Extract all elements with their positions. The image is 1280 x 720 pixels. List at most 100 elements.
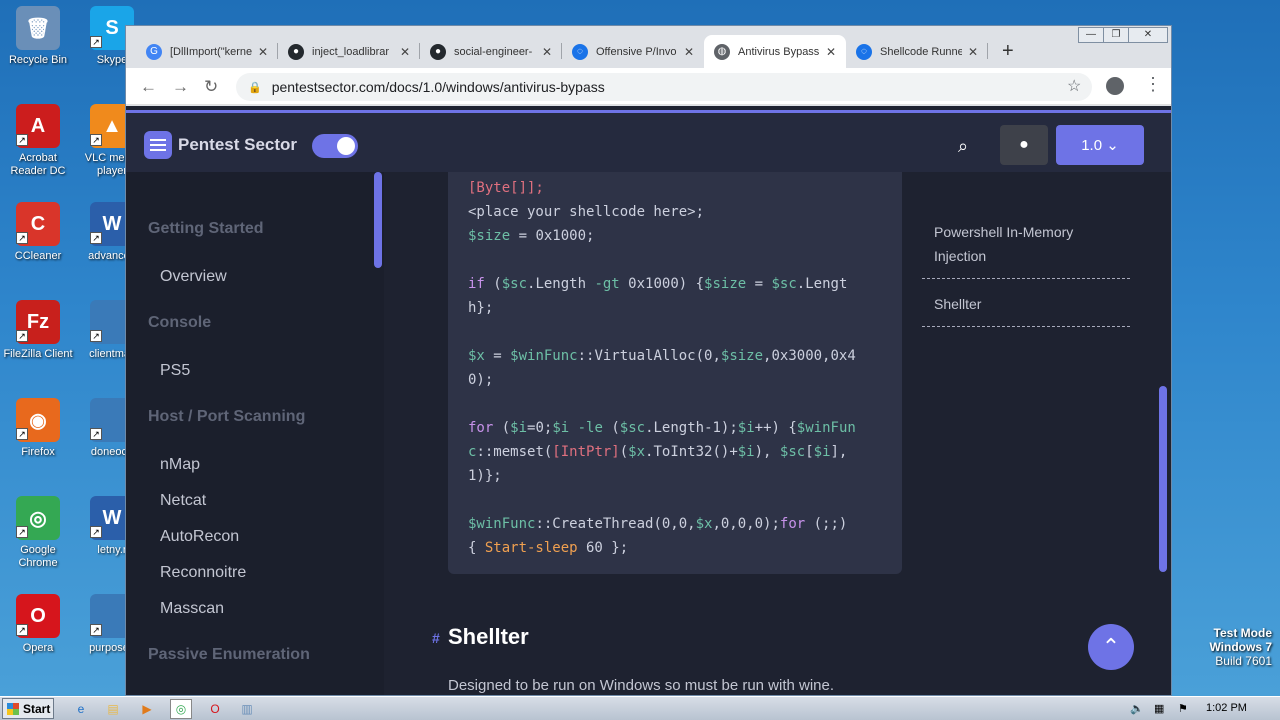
new-tab-button[interactable]: + — [1002, 40, 1014, 63]
theme-toggle[interactable] — [312, 134, 358, 158]
toc-item-powershell-injection[interactable]: Powershell In-Memory Injection — [922, 220, 1132, 268]
browser-tab[interactable]: ◌ Shellcode Runne ✕ — [846, 35, 988, 68]
chevron-down-icon: ⌄ — [1102, 137, 1119, 154]
tab-close-icon[interactable]: ✕ — [684, 45, 694, 59]
github-button[interactable]: ● — [1000, 125, 1048, 165]
sidebar-item[interactable]: Netcat — [160, 492, 206, 510]
code-token: ( — [619, 444, 629, 460]
code-token: $winFun — [796, 420, 856, 436]
volume-icon[interactable]: 🔈 — [1130, 702, 1144, 715]
code-token: $x — [695, 516, 713, 532]
profile-avatar-icon[interactable] — [1106, 77, 1124, 95]
code-token: [Byte[]]; — [468, 180, 544, 196]
taskbar: Start e ▤ ▶ ◎ O ▥ 🔈 ▦ ⚑ 1:02 PM — [0, 696, 1280, 720]
maximize-button[interactable]: ❐ — [1103, 27, 1129, 43]
sidebar-item[interactable]: nMap — [160, 456, 200, 474]
browser-tab[interactable]: ◌ Offensive P/Invo ✕ — [562, 35, 704, 68]
desktop-icon[interactable]: ◎ ↗ Google Chrome — [0, 496, 76, 570]
start-label: Start — [23, 701, 51, 716]
desktop-icon[interactable]: O ↗ Opera — [0, 594, 76, 655]
lock-icon[interactable]: 🔒 — [248, 81, 262, 94]
desktop-icon[interactable]: A ↗ Acrobat Reader DC — [0, 104, 76, 178]
browser-tab[interactable]: ● inject_loadlibrar ✕ — [278, 35, 420, 68]
code-line: [Byte[]]; — [468, 176, 544, 200]
shortcut-arrow-icon: ↗ — [16, 330, 28, 342]
site-logo-icon[interactable] — [144, 131, 172, 159]
tab-close-icon[interactable]: ✕ — [826, 45, 836, 59]
shortcut-arrow-icon: ↗ — [90, 624, 102, 636]
sidebar-item[interactable]: AutoRecon — [160, 528, 239, 546]
shortcut-arrow-icon: ↗ — [16, 134, 28, 146]
bookmark-star-icon[interactable]: ☆ — [1067, 76, 1081, 96]
media-player-icon[interactable]: ▶ — [136, 699, 158, 719]
taskbar-clock[interactable]: 1:02 PM — [1206, 702, 1247, 714]
notepad-icon[interactable]: ▥ — [236, 699, 258, 719]
tab-close-icon[interactable]: ✕ — [400, 45, 410, 59]
code-line: $winFunc::CreateThread(0,0,$x,0,0,0);for… — [468, 512, 847, 536]
code-token: for — [468, 420, 494, 436]
desktop-icon[interactable]: C ↗ CCleaner — [0, 202, 76, 263]
code-token: $size — [720, 348, 764, 364]
minimize-button[interactable]: — — [1078, 27, 1104, 43]
heading-anchor-icon[interactable]: # — [432, 630, 440, 646]
code-token: $sc — [771, 276, 797, 292]
code-token: $size — [704, 276, 747, 292]
search-icon[interactable]: ⌕ — [958, 136, 968, 157]
code-block: [Byte[]]; <place your shellcode here>; $si… — [448, 172, 902, 574]
desktop-icon-label: CCleaner — [14, 250, 62, 262]
close-window-button[interactable]: ✕ — [1128, 27, 1168, 43]
chrome-taskbar-icon[interactable]: ◎ — [170, 699, 192, 719]
back-icon[interactable]: ← — [140, 77, 157, 97]
code-token: .ToInt32()+ — [645, 444, 738, 460]
code-line: for ($i=0;$i -le ($sc.Length-1);$i++) {$… — [468, 416, 856, 440]
tab-title: inject_loadlibrar — [312, 45, 390, 58]
address-bar[interactable]: 🔒 pentestsector.com/docs/1.0/windows/ant… — [236, 73, 1092, 101]
desktop-icon-glyph: 🗑 — [16, 6, 60, 50]
tab-favicon-icon: ◌ — [572, 43, 588, 60]
shortcut-arrow-icon: ↗ — [90, 428, 102, 440]
sidebar-scrollbar[interactable] — [374, 172, 382, 268]
forward-icon[interactable]: → — [172, 77, 189, 97]
code-line: { Start-sleep 60 }; — [468, 536, 628, 560]
code-token: = — [484, 348, 511, 364]
page-scrollbar[interactable] — [1159, 386, 1167, 572]
tab-close-icon[interactable]: ✕ — [968, 45, 978, 59]
watermark-line1: Test Mode — [1213, 626, 1272, 640]
sidebar-section-heading: Getting Started — [148, 220, 264, 237]
site-brand[interactable]: Pentest Sector — [178, 135, 297, 155]
start-button[interactable]: Start — [2, 698, 54, 719]
sidebar-section-heading: Passive Enumeration — [148, 646, 310, 663]
sidebar-item[interactable]: Reconnoitre — [160, 564, 246, 582]
browser-tab[interactable]: ● social-engineer- ✕ — [420, 35, 562, 68]
explorer-icon[interactable]: ▤ — [102, 699, 124, 719]
browser-tab[interactable]: G [DllImport("kerne ✕ — [136, 35, 278, 68]
browser-menu-icon[interactable]: ⋮ — [1144, 74, 1162, 95]
network-icon[interactable]: ▦ — [1154, 702, 1164, 715]
site-header: Pentest Sector ⌕ ● 1.0 ⌄ — [126, 110, 1171, 172]
desktop-icon[interactable]: ◉ ↗ Firefox — [0, 398, 76, 459]
version-dropdown[interactable]: 1.0 ⌄ — [1056, 125, 1144, 165]
toc-item-shellter[interactable]: Shellter — [922, 292, 1132, 316]
code-token: [ — [805, 444, 814, 460]
opera-taskbar-icon[interactable]: O — [204, 699, 226, 719]
sidebar-item[interactable]: PS5 — [160, 362, 190, 380]
reload-icon[interactable]: ↻ — [204, 77, 218, 97]
code-token: $i — [552, 420, 570, 436]
desktop-icon[interactable]: Fz ↗ FileZilla Client — [0, 300, 76, 361]
action-center-icon[interactable]: ⚑ — [1178, 702, 1188, 715]
browser-tab[interactable]: ◍ Antivirus Bypass ✕ — [704, 35, 846, 68]
tab-close-icon[interactable]: ✕ — [258, 45, 268, 59]
ie-icon[interactable]: e — [70, 699, 92, 719]
code-line: $x = $winFunc::VirtualAlloc(0,$size,0x30… — [468, 344, 856, 368]
desktop-icon-label: Firefox — [21, 446, 55, 458]
sidebar-item[interactable]: Overview — [160, 268, 227, 286]
code-token: for — [779, 516, 806, 532]
scroll-to-top-button[interactable]: ⌃ — [1088, 624, 1134, 670]
tab-favicon-icon: G — [146, 43, 162, 60]
desktop-icon[interactable]: 🗑 Recycle Bin — [0, 6, 76, 67]
sidebar-item[interactable]: Masscan — [160, 600, 224, 618]
tab-close-icon[interactable]: ✕ — [542, 45, 552, 59]
system-tray: 🔈 ▦ ⚑ — [1120, 697, 1280, 720]
code-token: 1)}; — [468, 468, 502, 484]
